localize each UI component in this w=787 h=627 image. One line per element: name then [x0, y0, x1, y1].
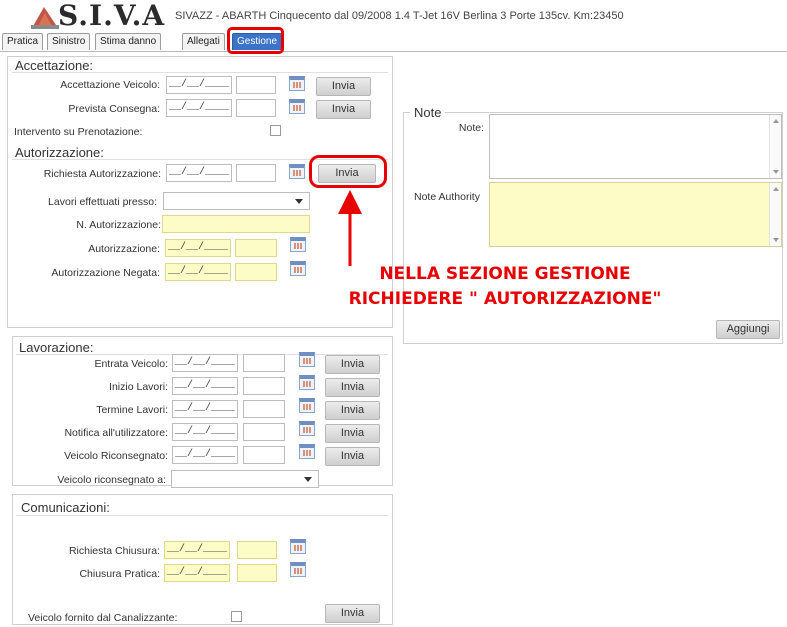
time-accettazione-veicolo[interactable] — [236, 76, 276, 94]
invia-highlight-annotation — [309, 155, 387, 188]
app-logo: S.I.V.A — [58, 0, 166, 32]
date-accettazione-veicolo[interactable]: __/__/____ — [166, 76, 232, 94]
app-header: S.I.V.A SIVAZZ - ABARTH Cinquecento dal … — [0, 0, 787, 32]
date-autorizzazione-negata[interactable]: __/__/____ — [165, 263, 231, 281]
date-veicolo-riconsegnato[interactable]: __/__/____ — [172, 446, 238, 464]
scrollbar[interactable] — [769, 115, 781, 178]
label-notifica-utilizzatore: Notifica all'utilizzatore: — [64, 427, 168, 439]
invia-comunicazioni-button[interactable]: Invia — [325, 604, 380, 623]
calendar-icon[interactable] — [289, 164, 305, 179]
label-richiesta-autorizzazione: Richiesta Autorizzazione: — [43, 168, 161, 180]
time-notifica-utilizzatore[interactable] — [243, 423, 285, 441]
label-entrata-veicolo: Entrata Veicolo: — [94, 358, 168, 370]
textarea-note[interactable] — [489, 114, 782, 179]
calendar-icon[interactable] — [289, 99, 305, 114]
tab-allegati[interactable]: Allegati — [182, 33, 225, 50]
invia-termine-lavori-button[interactable]: Invia — [325, 401, 380, 420]
label-riconsegnato-a: Veicolo riconsegnato a: — [57, 474, 166, 486]
tab-stima-danno[interactable]: Stima danno — [95, 33, 162, 50]
time-termine-lavori[interactable] — [243, 400, 285, 418]
label-n-autorizzazione: N. Autorizzazione: — [76, 219, 161, 231]
tab-bar: Pratica Sinistro Stima danno Allegati Ge… — [0, 30, 787, 52]
checkbox-veicolo-fornito[interactable] — [231, 611, 242, 622]
label-intervento-prenotazione: Intervento su Prenotazione: — [14, 126, 143, 138]
time-prevista-consegna[interactable] — [236, 99, 276, 117]
calendar-icon[interactable] — [299, 375, 315, 390]
calendar-icon[interactable] — [290, 539, 306, 554]
label-note-authority: Note Authority — [414, 191, 480, 203]
label-prevista-consegna: Prevista Consegna: — [68, 103, 160, 115]
calendar-icon[interactable] — [290, 562, 306, 577]
date-prevista-consegna[interactable]: __/__/____ — [166, 99, 232, 117]
calendar-icon[interactable] — [299, 352, 315, 367]
label-accettazione-veicolo: Accettazione Veicolo: — [60, 79, 160, 91]
label-termine-lavori: Termine Lavori: — [96, 404, 168, 416]
tab-pratica[interactable]: Pratica — [2, 33, 44, 50]
date-entrata-veicolo[interactable]: __/__/____ — [172, 354, 238, 372]
separator — [12, 72, 388, 73]
date-notifica-utilizzatore[interactable]: __/__/____ — [172, 423, 238, 441]
time-richiesta-autorizzazione[interactable] — [236, 164, 276, 182]
date-termine-lavori[interactable]: __/__/____ — [172, 400, 238, 418]
input-n-autorizzazione[interactable] — [162, 215, 310, 233]
calendar-icon[interactable] — [299, 398, 315, 413]
section-title-comunicazioni: Comunicazioni: — [21, 500, 110, 515]
date-autorizzazione[interactable]: __/__/____ — [165, 239, 231, 257]
invia-entrata-veicolo-button[interactable]: Invia — [325, 355, 380, 374]
vehicle-info: SIVAZZ - ABARTH Cinquecento dal 09/2008 … — [175, 10, 624, 22]
section-title-note: Note — [410, 105, 446, 120]
label-note: Note: — [458, 122, 484, 134]
calendar-icon[interactable] — [289, 76, 305, 91]
date-richiesta-chiusura[interactable]: __/__/____ — [164, 541, 230, 559]
label-veicolo-fornito: Veicolo fornito dal Canalizzante: — [28, 612, 178, 624]
annotation-arrow-icon — [338, 190, 362, 266]
annotation-line-2: RICHIEDERE " AUTORIZZAZIONE" — [348, 289, 662, 309]
time-autorizzazione[interactable] — [235, 239, 277, 257]
label-veicolo-riconsegnato: Veicolo Riconsegnato: — [64, 450, 168, 462]
label-lavori-effettuati: Lavori effettuati presso: — [48, 196, 157, 208]
tab-highlight-annotation — [227, 27, 284, 54]
time-richiesta-chiusura[interactable] — [237, 541, 277, 559]
calendar-icon[interactable] — [299, 421, 315, 436]
checkbox-intervento-prenotazione[interactable] — [270, 125, 281, 136]
chevron-down-icon — [304, 477, 312, 482]
separator — [16, 515, 388, 516]
calendar-icon[interactable] — [299, 444, 315, 459]
date-chiusura-pratica[interactable]: __/__/____ — [164, 564, 230, 582]
section-title-lavorazione: Lavorazione: — [19, 340, 94, 355]
invia-prevista-consegna-button[interactable]: Invia — [316, 100, 371, 119]
section-title-accettazione: Accettazione: — [15, 58, 94, 73]
time-veicolo-riconsegnato[interactable] — [243, 446, 285, 464]
textarea-note-authority[interactable] — [489, 182, 782, 247]
calendar-icon[interactable] — [290, 237, 306, 252]
section-title-autorizzazione: Autorizzazione: — [15, 145, 104, 160]
label-richiesta-chiusura: Richiesta Chiusura: — [68, 545, 160, 557]
select-lavori-effettuati[interactable] — [163, 192, 310, 210]
logo-emblem-icon — [31, 7, 59, 29]
date-inizio-lavori[interactable]: __/__/____ — [172, 377, 238, 395]
chevron-down-icon — [295, 199, 303, 204]
select-riconsegnato-a[interactable] — [171, 470, 319, 488]
invia-notifica-button[interactable]: Invia — [325, 424, 380, 443]
invia-accettazione-button[interactable]: Invia — [316, 77, 371, 96]
tab-sinistro[interactable]: Sinistro — [47, 33, 91, 50]
time-inizio-lavori[interactable] — [243, 377, 285, 395]
invia-inizio-lavori-button[interactable]: Invia — [325, 378, 380, 397]
aggiungi-button[interactable]: Aggiungi — [716, 320, 780, 339]
invia-riconsegnato-button[interactable]: Invia — [325, 447, 380, 466]
label-inizio-lavori: Inizio Lavori: — [109, 381, 168, 393]
time-autorizzazione-negata[interactable] — [235, 263, 277, 281]
label-autorizzazione: Autorizzazione: — [88, 243, 160, 255]
label-autorizzazione-negata: Autorizzazione Negata: — [51, 267, 160, 279]
date-richiesta-autorizzazione[interactable]: __/__/____ — [166, 164, 232, 182]
time-chiusura-pratica[interactable] — [237, 564, 277, 582]
time-entrata-veicolo[interactable] — [243, 354, 285, 372]
annotation-line-1: NELLA SEZIONE GESTIONE — [379, 264, 631, 284]
label-chiusura-pratica: Chiusura Pratica: — [79, 568, 160, 580]
scrollbar[interactable] — [769, 183, 781, 246]
